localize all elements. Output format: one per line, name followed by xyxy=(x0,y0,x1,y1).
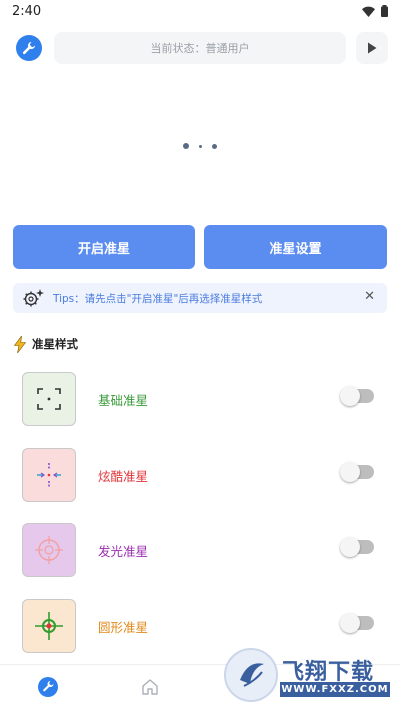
crosshair-cool-icon xyxy=(37,463,61,487)
style-item-glow: 发光准星 xyxy=(22,523,382,577)
action-row: 开启准星 准星设置 xyxy=(13,225,387,269)
carousel-dot xyxy=(212,143,217,149)
style-toggle[interactable] xyxy=(340,386,374,406)
crosshair-settings-label: 准星设置 xyxy=(269,241,322,257)
play-icon xyxy=(368,42,377,54)
nav-home[interactable] xyxy=(138,675,162,699)
watermark: 飞翔下载 WWW.FXXZ.COM xyxy=(224,646,394,702)
tips-bar: Tips：请先点击"开启准星"后再选择准星样式 ✕ xyxy=(13,283,387,313)
style-thumb[interactable] xyxy=(22,523,76,577)
home-icon xyxy=(142,679,158,695)
toggle-knob xyxy=(340,613,360,633)
watermark-logo xyxy=(224,648,278,702)
style-item-basic: 基础准星 xyxy=(22,372,382,426)
status-bar: 2:40 xyxy=(0,0,400,24)
status-time: 2:40 xyxy=(12,4,42,19)
gear-sparkle-icon xyxy=(23,289,44,307)
style-item-cool: 炫酷准星 xyxy=(22,448,382,502)
carousel-indicator xyxy=(0,141,400,151)
top-bar: 当前状态：普通用户 xyxy=(14,32,388,64)
wrench-button[interactable] xyxy=(16,35,42,61)
style-name: 发光准星 xyxy=(98,544,149,559)
crosshair-circle-icon xyxy=(35,612,63,640)
tips-text: Tips：请先点击"开启准星"后再选择准星样式 xyxy=(53,293,263,305)
section-title: 准星样式 xyxy=(32,337,78,351)
crosshair-settings-button[interactable]: 准星设置 xyxy=(204,225,387,269)
toggle-knob xyxy=(340,537,360,557)
style-item-circle: 圆形准星 xyxy=(22,599,382,653)
style-name: 炫酷准星 xyxy=(98,469,149,484)
style-name: 圆形准星 xyxy=(98,620,149,635)
play-button[interactable] xyxy=(356,32,388,64)
style-thumb[interactable] xyxy=(22,372,76,426)
style-thumb[interactable] xyxy=(22,448,76,502)
nav-tools[interactable] xyxy=(36,675,60,699)
crosshair-glow-icon xyxy=(35,536,63,564)
wrench-icon xyxy=(22,42,35,55)
style-thumb[interactable] xyxy=(22,599,76,653)
carousel-dot xyxy=(199,144,202,148)
user-status-text: 当前状态：普通用户 xyxy=(150,42,250,55)
watermark-logo-icon xyxy=(240,663,264,687)
battery-icon xyxy=(381,5,388,17)
style-toggle[interactable] xyxy=(340,537,374,557)
style-name: 基础准星 xyxy=(98,393,149,408)
lightning-icon xyxy=(14,335,26,353)
wifi-icon xyxy=(362,6,375,17)
style-toggle[interactable] xyxy=(340,462,374,482)
status-icons xyxy=(362,5,388,17)
toggle-knob xyxy=(340,386,360,406)
user-status-pill: 当前状态：普通用户 xyxy=(54,32,346,64)
section-heading: 准星样式 xyxy=(14,334,78,354)
style-toggle[interactable] xyxy=(340,613,374,633)
crosshair-basic-icon xyxy=(37,388,61,410)
watermark-url: WWW.FXXZ.COM xyxy=(280,682,390,697)
carousel-dot-active xyxy=(183,143,189,149)
close-icon[interactable]: ✕ xyxy=(364,289,375,304)
enable-crosshair-button[interactable]: 开启准星 xyxy=(13,225,195,269)
enable-crosshair-label: 开启准星 xyxy=(77,241,130,257)
toggle-knob xyxy=(340,462,360,482)
wrench-icon xyxy=(38,677,58,697)
